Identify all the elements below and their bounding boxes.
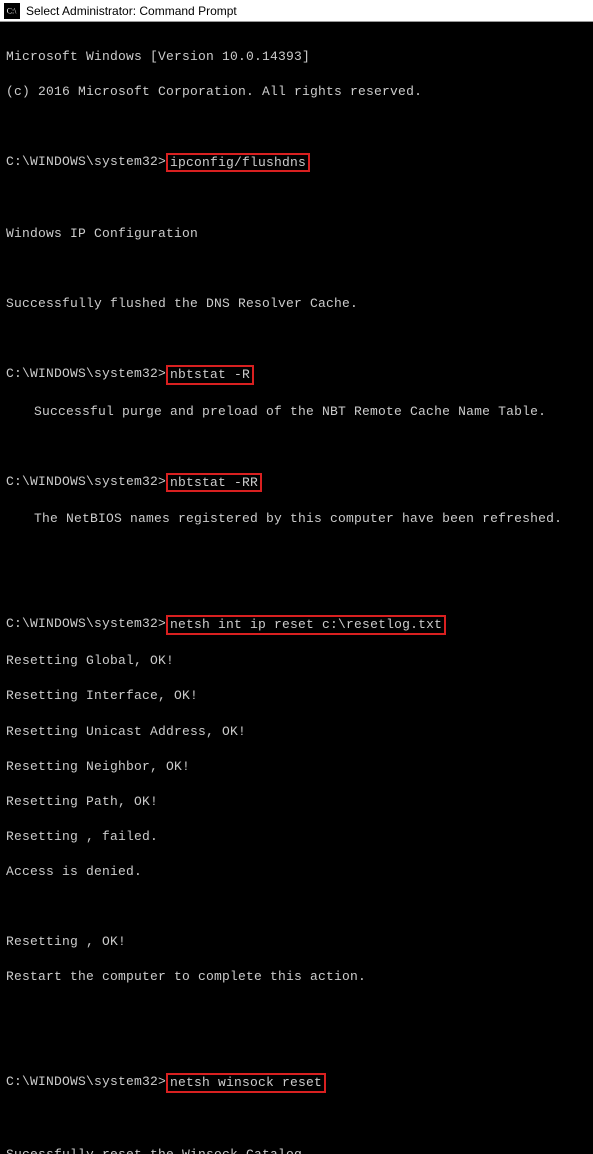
blank xyxy=(6,1003,587,1021)
command-line-1: C:\WINDOWS\system32>ipconfig/flushdns xyxy=(6,153,587,173)
output-reset-global: Resetting Global, OK! xyxy=(6,652,587,670)
blank xyxy=(6,118,587,136)
command-netsh-ip-reset: netsh int ip reset c:\resetlog.txt xyxy=(166,615,446,635)
output-reset-neighbor: Resetting Neighbor, OK! xyxy=(6,758,587,776)
blank xyxy=(6,260,587,278)
command-ipconfig: ipconfig/flushdns xyxy=(166,153,310,173)
output-flushdns: Successfully flushed the DNS Resolver Ca… xyxy=(6,295,587,313)
command-nbtstat-r: nbtstat -R xyxy=(166,365,254,385)
prompt: C:\WINDOWS\system32> xyxy=(6,365,166,383)
copyright-line: (c) 2016 Microsoft Corporation. All righ… xyxy=(6,83,587,101)
window-title: Select Administrator: Command Prompt xyxy=(26,4,237,18)
window-titlebar[interactable]: C:\ Select Administrator: Command Prompt xyxy=(0,0,593,22)
output-restart-msg: Restart the computer to complete this ac… xyxy=(6,968,587,986)
command-line-5: C:\WINDOWS\system32>netsh winsock reset xyxy=(6,1073,587,1093)
blank xyxy=(6,545,587,563)
blank xyxy=(6,580,587,598)
blank xyxy=(6,898,587,916)
blank xyxy=(6,1038,587,1056)
command-nbtstat-rr: nbtstat -RR xyxy=(166,473,262,493)
output-access-denied: Access is denied. xyxy=(6,863,587,881)
output-reset-ok: Resetting , OK! xyxy=(6,933,587,951)
blank xyxy=(6,438,587,456)
cmd-icon: C:\ xyxy=(4,3,20,19)
output-ipconfig-header: Windows IP Configuration xyxy=(6,225,587,243)
command-line-3: C:\WINDOWS\system32>nbtstat -RR xyxy=(6,473,587,493)
version-line: Microsoft Windows [Version 10.0.14393] xyxy=(6,48,587,66)
output-reset-path: Resetting Path, OK! xyxy=(6,793,587,811)
prompt: C:\WINDOWS\system32> xyxy=(6,473,166,491)
command-line-4: C:\WINDOWS\system32>netsh int ip reset c… xyxy=(6,615,587,635)
output-reset-failed: Resetting , failed. xyxy=(6,828,587,846)
output-nbtstat-r: Successful purge and preload of the NBT … xyxy=(6,403,587,421)
blank xyxy=(6,330,587,348)
output-nbtstat-rr: The NetBIOS names registered by this com… xyxy=(6,510,587,528)
command-line-2: C:\WINDOWS\system32>nbtstat -R xyxy=(6,365,587,385)
terminal-output[interactable]: Microsoft Windows [Version 10.0.14393] (… xyxy=(0,22,593,1154)
command-netsh-winsock: netsh winsock reset xyxy=(166,1073,326,1093)
output-winsock-success: Sucessfully reset the Winsock Catalog. xyxy=(6,1146,587,1154)
prompt: C:\WINDOWS\system32> xyxy=(6,615,166,633)
blank xyxy=(6,1111,587,1129)
blank xyxy=(6,190,587,208)
svg-text:C:\: C:\ xyxy=(7,6,17,15)
output-reset-unicast: Resetting Unicast Address, OK! xyxy=(6,723,587,741)
output-reset-interface: Resetting Interface, OK! xyxy=(6,687,587,705)
prompt: C:\WINDOWS\system32> xyxy=(6,153,166,171)
prompt: C:\WINDOWS\system32> xyxy=(6,1073,166,1091)
